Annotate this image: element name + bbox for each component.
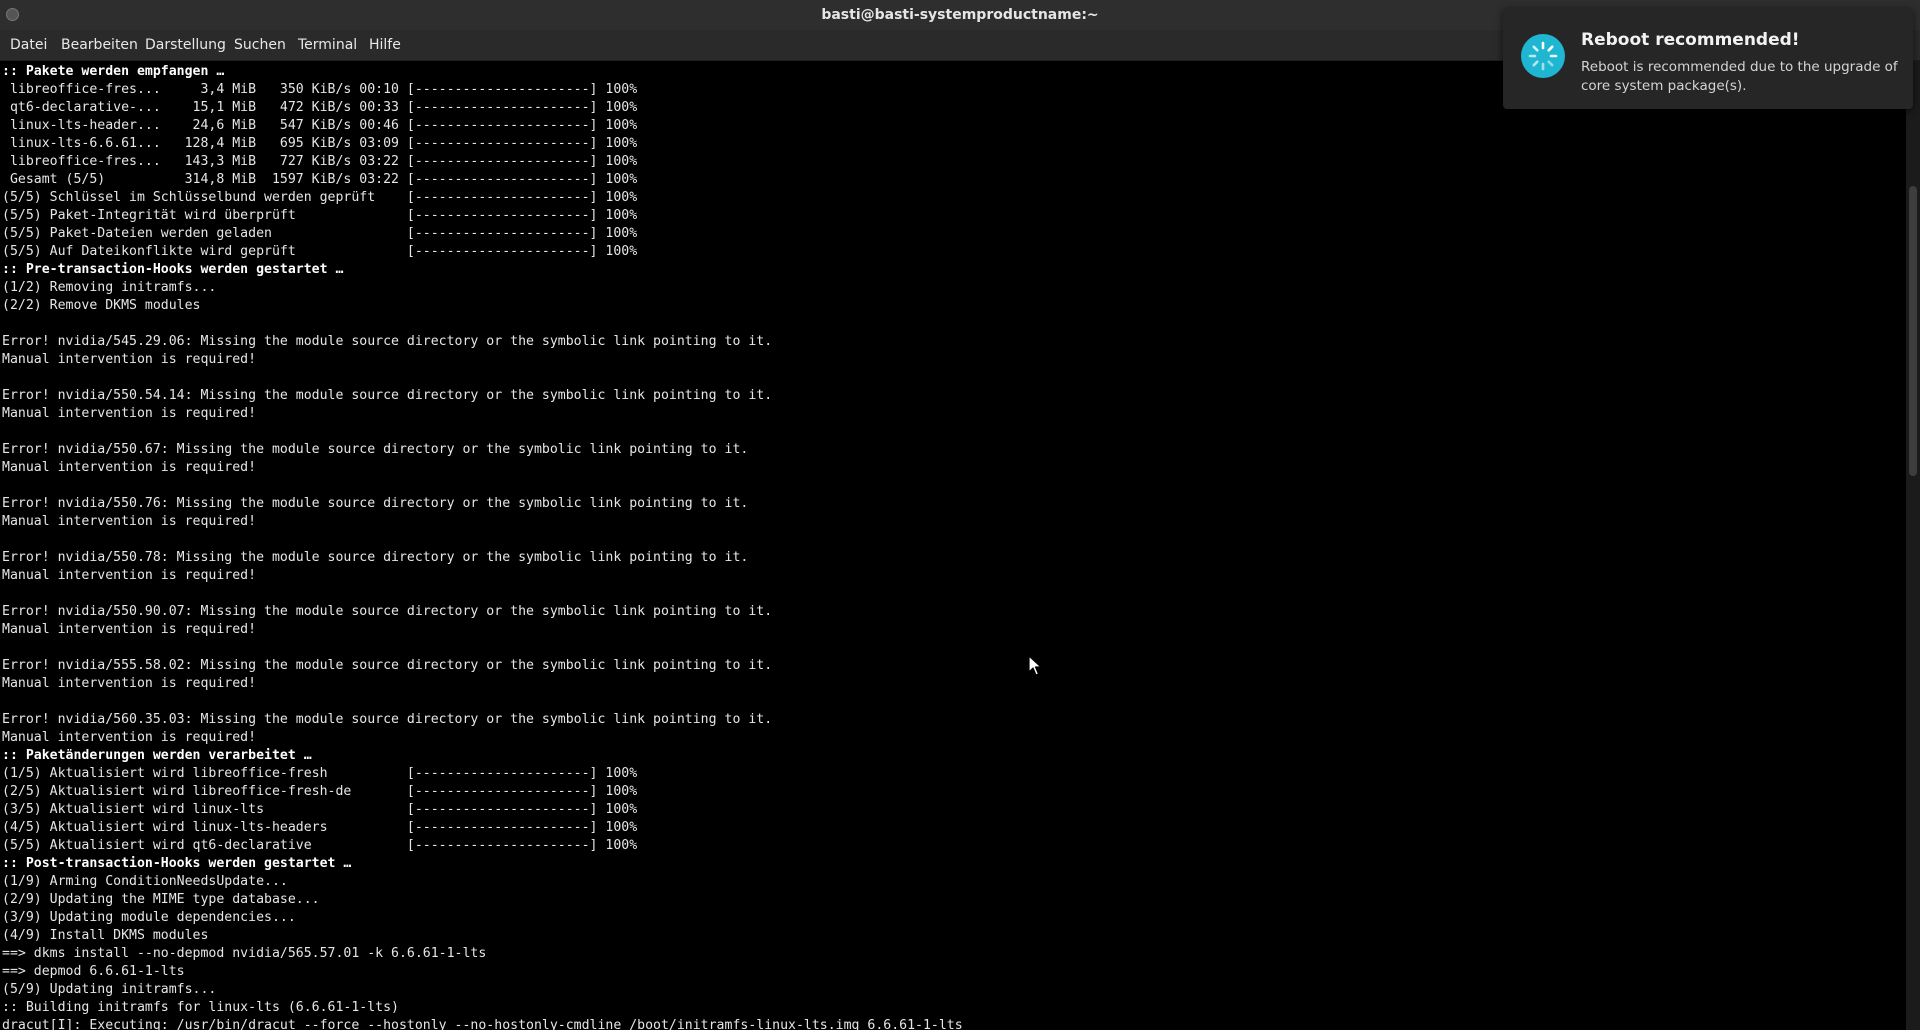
terminal-line: Manual intervention is required!: [2, 730, 257, 745]
terminal-line: linux-lts-header... 24,6 MiB 547 KiB/s 0…: [2, 118, 638, 133]
terminal-line: (4/9) Install DKMS modules: [2, 928, 209, 943]
scrollbar-thumb[interactable]: [1909, 186, 1917, 476]
terminal-line: :: Post-transaction-Hooks werden gestart…: [2, 856, 352, 871]
terminal-line: (3/9) Updating module dependencies...: [2, 910, 296, 925]
menu-terminal[interactable]: Terminal: [293, 30, 362, 60]
terminal-line: Error! nvidia/545.29.06: Missing the mod…: [2, 334, 773, 349]
terminal-line: qt6-declarative-... 15,1 MiB 472 KiB/s 0…: [2, 100, 638, 115]
terminal-line: :: Paketänderungen werden verarbeitet …: [2, 748, 312, 763]
terminal-line: (1/2) Removing initramfs...: [2, 280, 217, 295]
terminal-text: :: Pakete werden empfangen … libreoffice…: [2, 63, 963, 1030]
menu-bearbeiten[interactable]: Bearbeiten: [56, 30, 143, 60]
terminal-line: Error! nvidia/550.90.07: Missing the mod…: [2, 604, 773, 619]
terminal-line: (5/5) Aktualisiert wird qt6-declarative …: [2, 838, 638, 853]
menu-datei[interactable]: Datei: [5, 30, 52, 60]
terminal-line: ==> dkms install --no-depmod nvidia/565.…: [2, 946, 487, 961]
terminal-line: Error! nvidia/550.76: Missing the module…: [2, 496, 749, 511]
notification-title: Reboot recommended!: [1581, 30, 1800, 50]
terminal-line: linux-lts-6.6.61... 128,4 MiB 695 KiB/s …: [2, 136, 638, 151]
terminal-line: Error! nvidia/550.67: Missing the module…: [2, 442, 749, 457]
menu-suchen[interactable]: Suchen: [229, 30, 291, 60]
mouse-cursor-icon: [1028, 655, 1042, 676]
terminal-scrollbar[interactable]: [1906, 61, 1920, 1030]
terminal-line: (5/5) Paket-Integrität wird überprüft [-…: [2, 208, 638, 223]
menu-darstellung[interactable]: Darstellung: [140, 30, 231, 60]
terminal-line: Error! nvidia/555.58.02: Missing the mod…: [2, 658, 773, 673]
terminal-line: (5/9) Updating initramfs...: [2, 982, 217, 997]
terminal-line: :: Pakete werden empfangen …: [2, 64, 225, 79]
terminal-line: Manual intervention is required!: [2, 568, 257, 583]
terminal-line: :: Building initramfs for linux-lts (6.6…: [2, 1000, 399, 1015]
terminal-line: Manual intervention is required!: [2, 352, 257, 367]
terminal-line: Manual intervention is required!: [2, 676, 257, 691]
terminal-line: (2/2) Remove DKMS modules: [2, 298, 201, 313]
terminal-line: Error! nvidia/560.35.03: Missing the mod…: [2, 712, 773, 727]
terminal-line: :: Pre-transaction-Hooks werden gestarte…: [2, 262, 344, 277]
terminal-line: Error! nvidia/550.78: Missing the module…: [2, 550, 749, 565]
terminal-line: (5/5) Schlüssel im Schlüsselbund werden …: [2, 190, 638, 205]
terminal-line: Error! nvidia/550.54.14: Missing the mod…: [2, 388, 773, 403]
terminal-line: (5/5) Auf Dateikonflikte wird geprüft [-…: [2, 244, 638, 259]
terminal-line: (1/5) Aktualisiert wird libreoffice-fres…: [2, 766, 638, 781]
terminal-line: (1/9) Arming ConditionNeedsUpdate...: [2, 874, 288, 889]
notification-body: Reboot is recommended due to the upgrade…: [1581, 59, 1898, 94]
terminal-line: libreoffice-fres... 3,4 MiB 350 KiB/s 00…: [2, 82, 638, 97]
loading-spinner-icon: [1521, 34, 1565, 78]
terminal-line: (4/5) Aktualisiert wird linux-lts-header…: [2, 820, 638, 835]
terminal-line: Manual intervention is required!: [2, 406, 257, 421]
terminal-line: Manual intervention is required!: [2, 622, 257, 637]
terminal-line: Manual intervention is required!: [2, 514, 257, 529]
terminal-line: (2/5) Aktualisiert wird libreoffice-fres…: [2, 784, 638, 799]
terminal-line: libreoffice-fres... 143,3 MiB 727 KiB/s …: [2, 154, 638, 169]
terminal-line: Gesamt (5/5) 314,8 MiB 1597 KiB/s 03:22 …: [2, 172, 638, 187]
terminal-line: (3/5) Aktualisiert wird linux-lts [-----…: [2, 802, 638, 817]
terminal-line: Manual intervention is required!: [2, 460, 257, 475]
terminal-output[interactable]: :: Pakete werden empfangen … libreoffice…: [0, 61, 1906, 1030]
terminal-line: ==> depmod 6.6.61-1-lts: [2, 964, 185, 979]
terminal-line: (5/5) Paket-Dateien werden geladen [----…: [2, 226, 638, 241]
reboot-notification[interactable]: Reboot recommended! Reboot is recommende…: [1503, 8, 1913, 109]
terminal-line: (2/9) Updating the MIME type database...: [2, 892, 320, 907]
terminal-line: dracut[I]: Executing: /usr/bin/dracut --…: [2, 1018, 963, 1030]
menu-hilfe[interactable]: Hilfe: [364, 30, 406, 60]
